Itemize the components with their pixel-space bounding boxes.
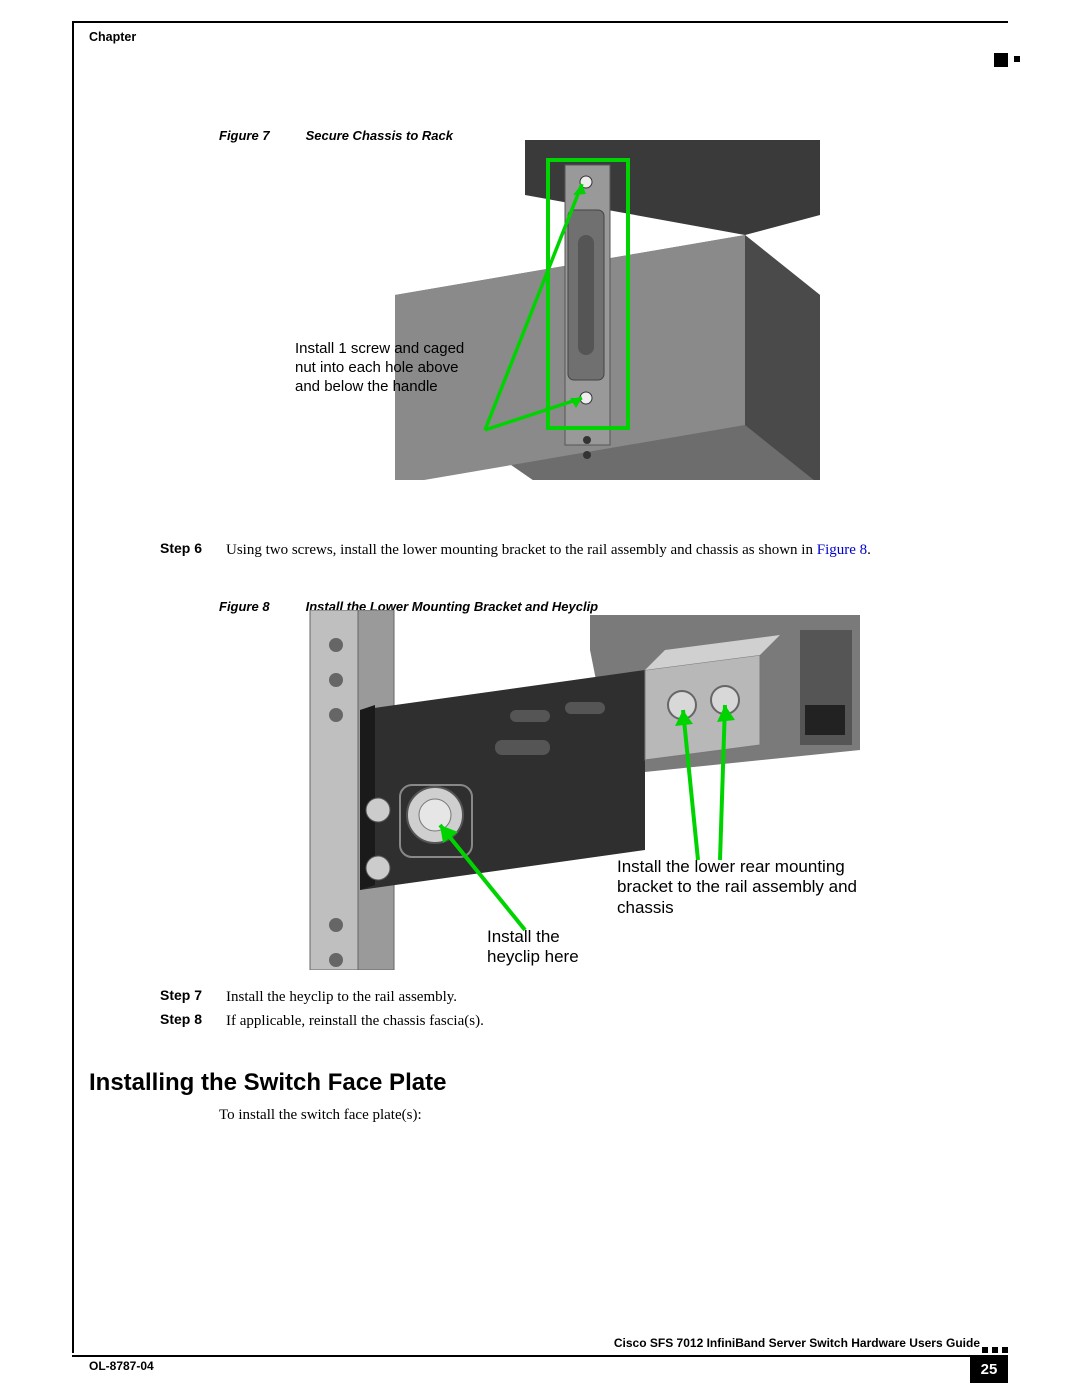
document-page: Chapter Figure 7 Secure Chassis to Rack <box>0 0 1080 1397</box>
rack-mount-icon <box>290 140 830 480</box>
figure-8-link[interactable]: Figure 8 <box>817 542 867 558</box>
step-6-label: Step 6 <box>160 540 208 560</box>
figure-8-annotation-right: Install the lower rear mounting bracket … <box>617 857 877 918</box>
header-decor-dot <box>1014 56 1020 62</box>
header-chapter-label: Chapter <box>89 30 136 44</box>
figure-8-label: Figure 8 <box>219 599 270 614</box>
step-8-label: Step 8 <box>160 1011 208 1031</box>
figure-7-illustration <box>290 140 830 480</box>
step-6-row: Step 6 Using two screws, install the low… <box>160 540 1000 560</box>
figure-8-annotation-left: Install the heyclip here <box>487 927 579 968</box>
step-7-row: Step 7 Install the heyclip to the rail a… <box>160 987 1000 1007</box>
page-number: 25 <box>970 1355 1008 1383</box>
step-7-label: Step 7 <box>160 987 208 1007</box>
step-8-text: If applicable, reinstall the chassis fas… <box>226 1011 1000 1031</box>
figure-7-label: Figure 7 <box>219 128 270 143</box>
section-heading: Installing the Switch Face Plate <box>89 1069 446 1097</box>
left-rule <box>72 21 74 1353</box>
footer-rule <box>72 1355 1008 1357</box>
footer-doc-number: OL-8787-04 <box>89 1359 154 1373</box>
section-body: To install the switch face plate(s): <box>219 1107 422 1124</box>
header-rule <box>72 21 1008 23</box>
step-6-text: Using two screws, install the lower moun… <box>226 540 1000 560</box>
step-6-text-part2: . <box>867 542 871 558</box>
footer-decor-dots <box>982 1347 1008 1353</box>
step-7-text: Install the heyclip to the rail assembly… <box>226 987 1000 1007</box>
footer-doc-title: Cisco SFS 7012 InfiniBand Server Switch … <box>614 1336 980 1350</box>
step-6-text-part1: Using two screws, install the lower moun… <box>226 542 817 558</box>
header-decor-square <box>994 53 1008 67</box>
figure-7-annotation: Install 1 screw and caged nut into each … <box>295 340 485 396</box>
step-8-row: Step 8 If applicable, reinstall the chas… <box>160 1011 1000 1031</box>
